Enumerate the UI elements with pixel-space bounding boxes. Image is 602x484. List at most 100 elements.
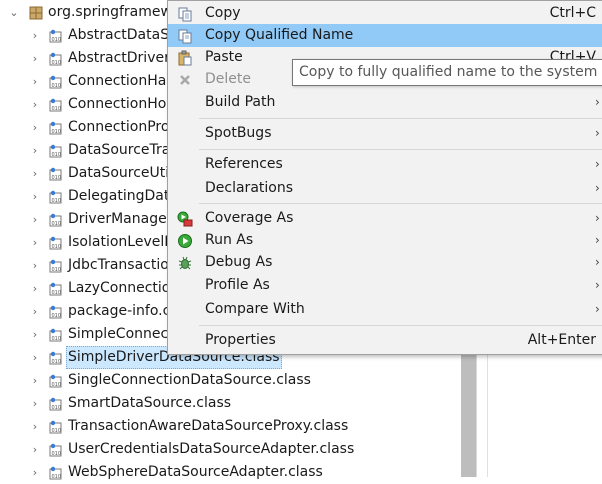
chevron-right-icon[interactable]: › <box>30 139 40 162</box>
svg-text:010: 010 <box>52 290 62 296</box>
class-file-icon: 010 <box>49 328 62 342</box>
tree-row-label: DataSourceTra <box>68 142 171 158</box>
menu-item-label: Debug As <box>205 254 273 270</box>
tree-row-label: SingleConnectionDataSource.class <box>68 372 311 388</box>
class-file-icon: 010 <box>49 305 62 319</box>
tree-row-label: IsolationLevelD <box>68 234 176 250</box>
class-file-icon: 010 <box>49 190 62 204</box>
svg-text:010: 010 <box>52 382 62 388</box>
chevron-right-icon[interactable]: › <box>30 461 40 484</box>
tree-row-label: ConnectionHa <box>68 73 167 89</box>
chevron-right-icon[interactable]: › <box>30 24 40 47</box>
tree-row-label: UserCredentialsDataSourceAdapter.class <box>68 441 355 457</box>
menu-item-copy[interactable]: Copy Ctrl+C <box>168 2 602 25</box>
menu-item-build-path[interactable]: Build Path › <box>168 91 602 114</box>
chevron-right-icon[interactable]: › <box>30 47 40 70</box>
chevron-right-icon[interactable]: › <box>30 415 40 438</box>
svg-text:010: 010 <box>52 129 62 135</box>
menu-item-debug-as[interactable]: Debug As › <box>168 251 602 274</box>
menu-item-compare-with[interactable]: Compare With › <box>168 298 602 321</box>
svg-text:010: 010 <box>52 83 62 89</box>
chevron-right-icon[interactable]: › <box>30 369 40 392</box>
class-file-icon: 010 <box>49 167 62 181</box>
svg-text:010: 010 <box>52 428 62 434</box>
menu-item-label: Properties <box>205 332 276 348</box>
tree-row-label: JdbcTransactio <box>68 257 169 273</box>
run-icon <box>178 234 192 248</box>
svg-text:010: 010 <box>52 175 62 181</box>
menu-item-run-as[interactable]: Run As › <box>168 229 602 252</box>
menu-item-label: Build Path <box>205 94 276 110</box>
class-file-icon: 010 <box>49 443 62 457</box>
debug-bug-icon <box>178 256 192 270</box>
menu-item-coverage-as[interactable]: Coverage As › <box>168 207 602 230</box>
package-name: org.springframew <box>48 4 172 20</box>
class-file-icon: 010 <box>49 466 62 480</box>
chevron-right-icon[interactable]: › <box>30 162 40 185</box>
menu-item-references[interactable]: References › <box>168 153 602 176</box>
chevron-right-icon[interactable]: › <box>30 185 40 208</box>
submenu-arrow-icon: › <box>595 95 600 109</box>
chevron-down-icon[interactable]: ⌄ <box>9 1 19 24</box>
chevron-right-icon[interactable]: › <box>30 116 40 139</box>
tree-row-label: package-info.c <box>68 303 171 319</box>
menu-item-label: Paste <box>205 49 243 65</box>
class-file-icon: 010 <box>49 98 62 112</box>
class-file-icon: 010 <box>49 29 62 43</box>
menu-item-label: Coverage As <box>205 210 294 226</box>
tree-row-label: DelegatingDat <box>68 188 170 204</box>
menu-separator <box>199 325 602 326</box>
class-file-icon: 010 <box>49 397 62 411</box>
menu-item-label: Run As <box>205 232 254 248</box>
submenu-arrow-icon: › <box>595 233 600 247</box>
class-file-icon: 010 <box>49 420 62 434</box>
chevron-right-icon[interactable]: › <box>30 70 40 93</box>
menu-item-label: Delete <box>205 71 251 87</box>
svg-text:010: 010 <box>52 359 62 365</box>
context-menu: Copy Ctrl+C Copy Qualified Name Paste Ct… <box>167 0 602 355</box>
chevron-right-icon[interactable]: › <box>30 438 40 461</box>
menu-item-profile-as[interactable]: Profile As › <box>168 274 602 297</box>
svg-text:010: 010 <box>52 267 62 273</box>
svg-text:010: 010 <box>52 405 62 411</box>
menu-item-label: Copy Qualified Name <box>205 27 354 43</box>
class-file-icon: 010 <box>49 374 62 388</box>
menu-separator <box>199 203 602 204</box>
menu-separator <box>199 149 602 150</box>
submenu-arrow-icon: › <box>595 181 600 195</box>
tree-scrollbar-thumb[interactable] <box>461 345 476 477</box>
chevron-right-icon[interactable]: › <box>30 323 40 346</box>
menu-separator <box>199 118 602 119</box>
chevron-right-icon[interactable]: › <box>30 346 40 369</box>
chevron-right-icon[interactable]: › <box>30 300 40 323</box>
submenu-arrow-icon: › <box>595 278 600 292</box>
tree-row-label: WebSphereDataSourceAdapter.class <box>68 464 323 480</box>
menu-item-copy-qualified-name[interactable]: Copy Qualified Name <box>168 24 602 47</box>
class-file-icon: 010 <box>49 144 62 158</box>
shortcut-copy: Ctrl+C <box>549 5 596 21</box>
class-file-icon: 010 <box>49 52 62 66</box>
chevron-right-icon[interactable]: › <box>30 277 40 300</box>
submenu-arrow-icon: › <box>595 255 600 269</box>
tree-row-label: AbstractDriverE <box>68 50 179 66</box>
tree-row-label: LazyConnectio <box>68 280 171 296</box>
menu-item-properties[interactable]: Properties Alt+Enter <box>168 329 602 352</box>
svg-text:010: 010 <box>52 106 62 112</box>
shortcut-properties: Alt+Enter <box>527 332 596 348</box>
svg-text:010: 010 <box>52 221 62 227</box>
paste-icon <box>178 50 192 66</box>
class-file-icon: 010 <box>49 351 62 365</box>
tree-row-label: SimpleConnect <box>68 326 174 342</box>
tree-row-label: ConnectionHo <box>68 96 167 112</box>
menu-item-declarations[interactable]: Declarations › <box>168 177 602 200</box>
tree-row-label: DriverManager <box>68 211 173 227</box>
chevron-right-icon[interactable]: › <box>30 392 40 415</box>
class-file-icon: 010 <box>49 213 62 227</box>
menu-item-spotbugs[interactable]: SpotBugs › <box>168 122 602 145</box>
chevron-right-icon[interactable]: › <box>30 231 40 254</box>
tooltip: Copy to fully qualified name to the syst… <box>292 59 602 86</box>
chevron-right-icon[interactable]: › <box>30 208 40 231</box>
delete-icon <box>180 75 190 85</box>
chevron-right-icon[interactable]: › <box>30 254 40 277</box>
chevron-right-icon[interactable]: › <box>30 93 40 116</box>
